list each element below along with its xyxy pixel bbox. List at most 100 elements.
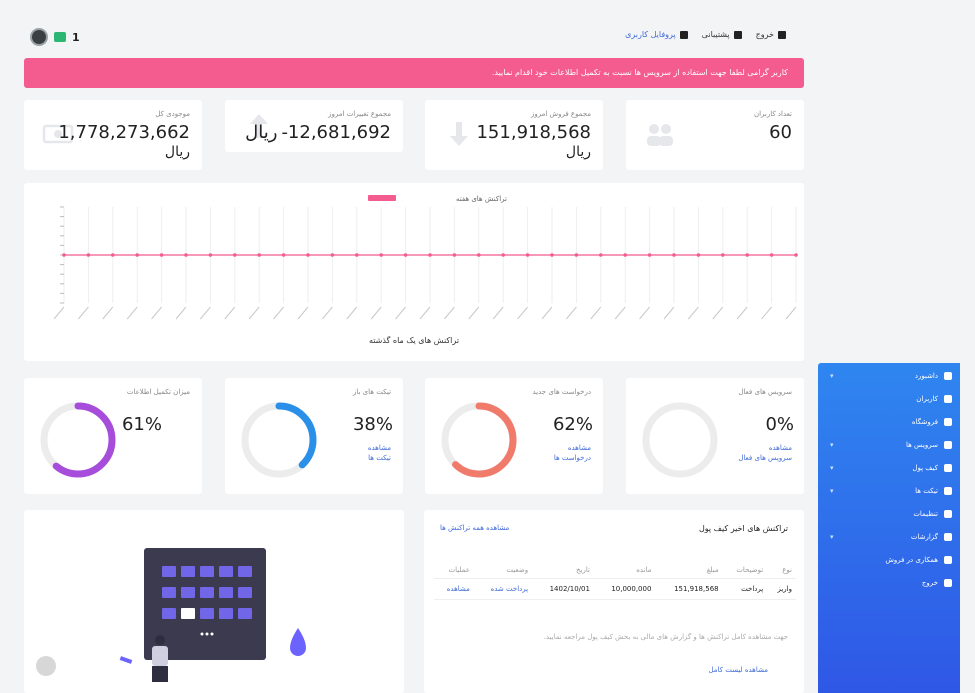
circle-percent: 38%: [352, 414, 393, 435]
x-tick-mark: [688, 306, 699, 320]
circle-card-profile-completion: میزان تکمیل اطلاعات 61%: [24, 378, 202, 494]
table-cell: پرداخت: [722, 578, 768, 600]
x-tick-mark: [273, 306, 284, 320]
table-row: واریز پرداخت 151,918,568 10,000,000 1402…: [434, 578, 796, 600]
circle-sublabel: درخواست ها: [553, 454, 591, 462]
stat-unit: ریال: [164, 144, 190, 160]
sidebar-item-label: گزارشات: [910, 533, 938, 541]
circle-sublabel: تیکت ها: [368, 454, 391, 462]
share-icon: [944, 556, 952, 564]
users-icon: [647, 124, 673, 146]
legend-swatch: [368, 195, 396, 201]
data-point: [135, 253, 139, 257]
data-point: [477, 253, 481, 257]
data-point: [721, 253, 725, 257]
data-point: [281, 253, 286, 257]
stat-value: -12,681,692: [281, 122, 391, 143]
x-tick-mark: [736, 306, 748, 320]
sidebar-item-dashboard[interactable]: داشبورد ▾: [826, 369, 952, 383]
stat-value-row: -12,681,692 ریال: [245, 124, 391, 142]
data-point: [769, 253, 774, 257]
sidebar-item-users[interactable]: کاربران: [826, 392, 952, 406]
data-point: [111, 253, 115, 257]
topbar-item-label: پشتیبانی: [701, 30, 730, 39]
progress-ring-track: [642, 402, 718, 478]
x-tick-mark: [468, 306, 480, 320]
logout-icon: [778, 30, 786, 39]
x-tick-mark: [224, 306, 236, 320]
chevron-down-icon: ▾: [830, 441, 834, 449]
chat-icon[interactable]: [54, 32, 66, 42]
stat-unit: ریال: [245, 122, 278, 143]
x-tick-mark: [541, 306, 553, 320]
sidebar-item-label: خروج: [921, 579, 938, 587]
x-tick-mark: [517, 306, 528, 320]
sidebar-item-wallet[interactable]: کیف پول ▾: [826, 461, 952, 475]
gear-icon: [944, 510, 952, 518]
data-point: [574, 253, 579, 257]
x-tick-mark: [248, 306, 260, 320]
topbar: 1 خروج پشتیبانی پروفایل کاربری: [24, 24, 804, 54]
sidebar-item-affiliate[interactable]: همکاری در فروش: [826, 553, 952, 567]
topbar-item-logout[interactable]: خروج: [756, 30, 786, 39]
circle-percent: 61%: [121, 414, 162, 435]
alert-banner: کاربر گرامی لطفا جهت استفاده از سرویس ها…: [24, 58, 804, 88]
sidebar-item-label: سرویس ها: [905, 441, 938, 449]
x-tick-mark: [370, 306, 382, 320]
data-point: [525, 253, 530, 257]
x-tick-mark: [590, 306, 602, 320]
wallet-icon: [944, 464, 952, 472]
stat-unit: ریال: [565, 144, 591, 160]
chevron-down-icon: ▾: [830, 464, 834, 472]
x-tick-mark: [614, 306, 626, 320]
circle-card-open-tickets: تیکت های باز 38% مشاهده تیکت ها: [225, 378, 403, 494]
sidebar-item-label: تنظیمات: [913, 510, 938, 518]
sidebar-item-settings[interactable]: تنظیمات: [826, 507, 952, 521]
view-transaction-button[interactable]: مشاهده: [434, 578, 474, 600]
sidebar-item-services[interactable]: سرویس ها ▾: [826, 438, 952, 452]
progress-ring: [441, 402, 517, 478]
transactions-table: نوع توضیحات مبلغ مانده تاریخ وضعیت عملیا…: [434, 562, 796, 600]
view-full-list-link[interactable]: مشاهده لیست کامل: [709, 666, 769, 674]
transactions-note: جهت مشاهده کامل تراکنش ها و گزارش های ما…: [543, 633, 788, 641]
transactions-chart-card: تراکنش های هفته تراکنش های یک ماه گذشته: [24, 183, 804, 361]
circle-link[interactable]: مشاهده: [769, 444, 792, 452]
topbar-item-profile[interactable]: پروفایل کاربری: [625, 30, 688, 39]
stat-card-sales: مجموع فروش امروز 151,918,568 ریال: [425, 100, 603, 170]
x-tick-mark: [419, 306, 431, 320]
circle-link[interactable]: مشاهده: [568, 444, 591, 452]
data-point: [62, 253, 66, 257]
recent-transactions-card: تراکنش های اخیر کیف پول مشاهده همه تراکن…: [424, 510, 804, 693]
avatar[interactable]: [30, 28, 48, 46]
ticket-icon: [944, 487, 952, 495]
data-point: [233, 253, 237, 257]
data-point: [452, 253, 457, 257]
sidebar-item-tickets[interactable]: تیکت ها ▾: [826, 484, 952, 498]
data-point: [257, 253, 261, 257]
sidebar-item-reports[interactable]: گزارشات ▾: [826, 530, 952, 544]
topbar-item-support[interactable]: پشتیبانی: [702, 30, 742, 39]
data-point: [794, 253, 798, 257]
x-tick-mark: [785, 306, 797, 320]
x-tick-mark: [395, 306, 406, 320]
circle-sublabel: سرویس های فعال: [738, 454, 792, 462]
circle-card-active-services: سرویس های فعال 0% مشاهده سرویس های فعال: [626, 378, 804, 494]
circle-title: سرویس های فعال: [738, 388, 792, 396]
circle-percent: 62%: [552, 414, 593, 435]
stat-value: 151,918,568: [476, 122, 591, 143]
data-point: [623, 253, 627, 257]
stat-card-balance: موجودی کل 1,778,273,662 ریال: [24, 100, 202, 170]
status-badge: پرداخت شده: [473, 578, 533, 600]
view-all-transactions-link[interactable]: مشاهده همه تراکنش ها: [440, 524, 509, 532]
table-header: عملیات: [448, 566, 470, 574]
chevron-down-icon: ▾: [830, 372, 834, 380]
circle-link[interactable]: مشاهده: [368, 444, 391, 452]
x-tick-mark: [492, 306, 504, 320]
x-axis-label: تراکنش های یک ماه گذشته: [369, 335, 459, 345]
sidebar-item-logout[interactable]: خروج: [826, 576, 952, 590]
sidebar-item-label: کیف پول: [912, 464, 938, 472]
x-tick-mark: [151, 306, 162, 320]
x-tick-mark: [663, 306, 675, 320]
server-icon: [944, 441, 952, 449]
sidebar-item-shop[interactable]: فروشگاه: [826, 415, 952, 429]
